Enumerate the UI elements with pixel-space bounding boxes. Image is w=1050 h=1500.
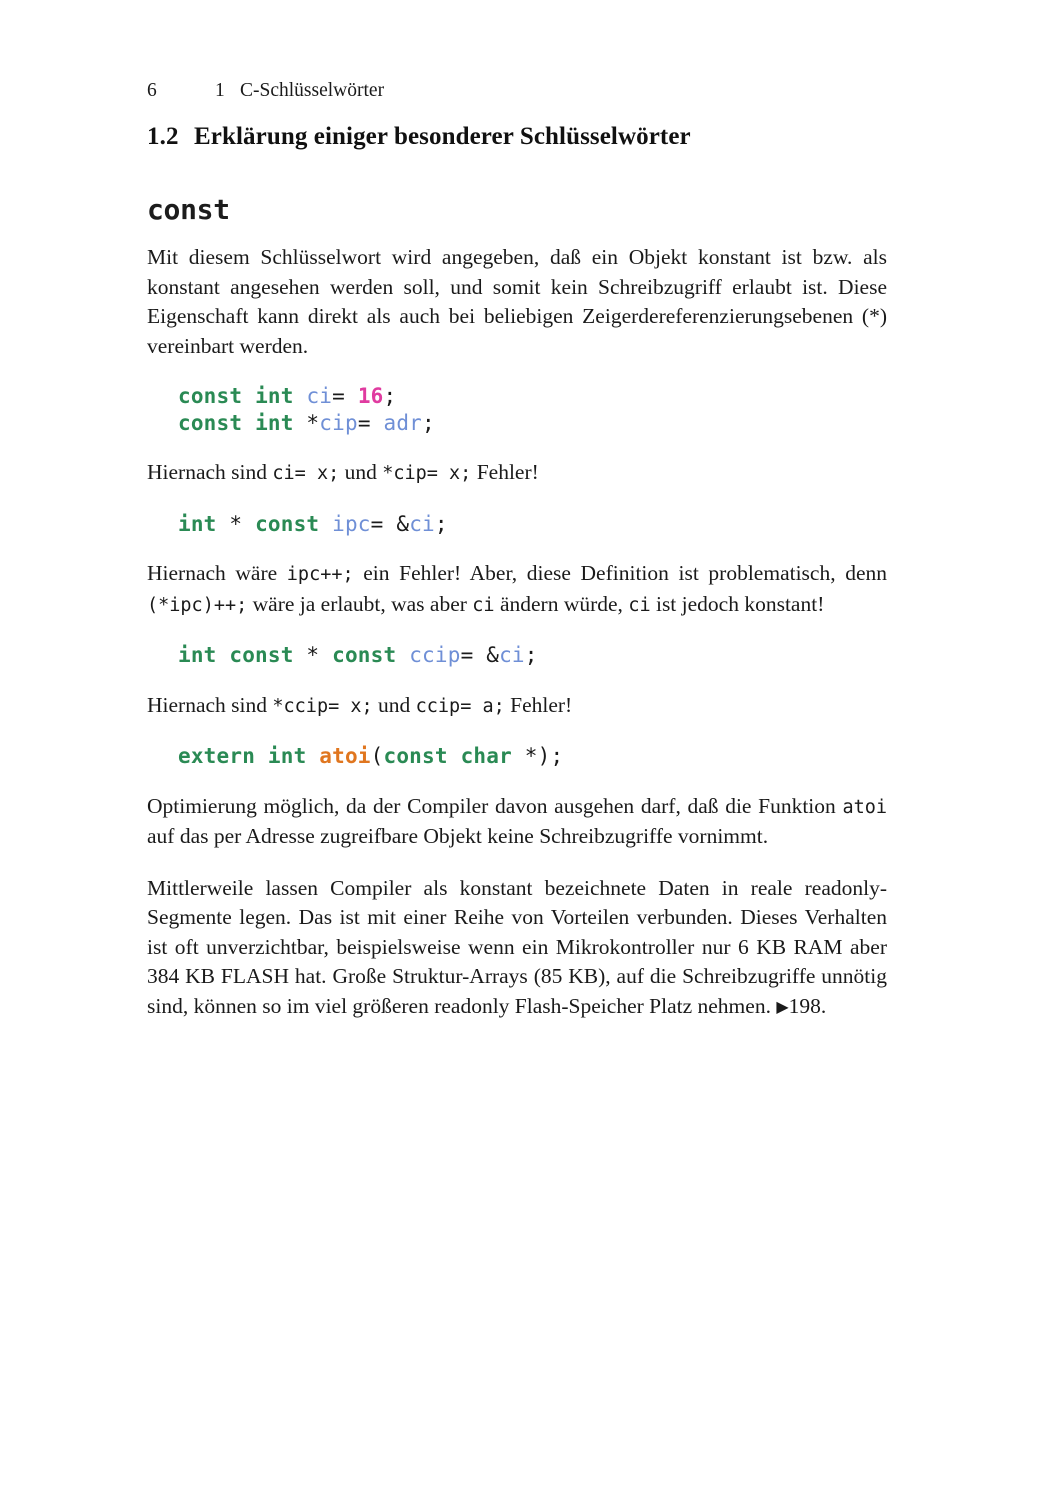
code-block-const-pointer: int * const ipc= &ci; [147,511,887,538]
note-2-text-3: wäre ja erlaubt, was aber [247,591,473,616]
code-token-identifier: cip [319,410,358,435]
code-token-keyword: const [255,511,320,536]
code-token-keyword: int [255,384,294,408]
closing-paragraph: Mittlerweile lassen Compiler als konstan… [147,874,887,1022]
code-line: extern int atoi(const char *); [178,743,887,770]
note-4-text-2: auf das per Adresse zugreifbare Objekt k… [147,824,769,848]
code-token-keyword: extern [178,744,256,768]
note-3-text-2: und [372,692,416,717]
note-3-inline-code-2: ccip= a; [415,695,505,717]
note-2-inline-code-4: ci [628,594,651,616]
code-token-keyword: int [178,511,217,536]
note-3-text-1: Hiernach sind [147,692,273,717]
code-token-identifier: ci [409,511,435,536]
page-number: 6 [147,80,157,101]
note-1-text-3: Fehler! [471,460,539,484]
code-token-keyword: int [255,410,294,435]
cross-reference-page: 198. [788,993,827,1018]
note-1-text-1: Hiernach sind [147,460,273,484]
code-line: int * const ipc= &ci; [178,511,887,538]
note-2-inline-code-1: ipc++; [286,564,354,585]
code-token-punctuation: ; [434,511,448,536]
note-paragraph-3: Hiernach sind *ccip= x; und ccip= a; Feh… [147,691,887,722]
section-heading: 1.2 Erklärung einiger besonderer Schlüsse… [147,121,887,153]
note-1-inline-code-2: *cip= x; [382,463,472,484]
code-token-number: 16 [357,384,384,408]
code-token-punctuation: = & [370,511,410,536]
note-2-inline-code-3: ci [472,594,495,616]
code-token-punctuation: = & [460,643,500,667]
note-3-text-3: Fehler! [504,692,573,717]
note-4-text-1: Optimierung möglich, da der Compiler dav… [147,793,843,818]
note-paragraph-2: Hiernach wäre ipc++; ein Fehler! Aber, d… [147,559,887,620]
code-token-keyword: const [178,384,243,408]
note-paragraph-1: Hiernach sind ci= x; und *cip= x; Fehler… [147,458,887,489]
document-page: 6 1 C-Schlüsselwörter 1.2 Erklärung einiger… [0,0,1050,1500]
code-block-extern-atoi: extern int atoi(const char *); [147,743,887,770]
section-title: Erklärung einiger besonderer Schlüsselwö… [194,123,691,150]
code-token-identifier: ipc [332,511,371,536]
note-1-text-2: und [339,460,383,484]
code-token-keyword: int [178,643,217,667]
code-token-identifier: ci [499,643,525,667]
code-token-keyword: int [267,744,307,768]
code-line: const int *cip= adr; [178,410,887,437]
note-2-text-4: ändern würde, [494,591,629,616]
note-1-inline-code-1: ci= x; [272,463,340,484]
running-head-chapter-number: 1 [215,80,225,101]
code-token-punctuation: ( [370,744,384,768]
code-token-keyword: const [178,410,243,435]
note-2-inline-code-2: (*ipc)++; [147,594,248,616]
page-content: 6 1 C-Schlüsselwörter 1.2 Erklärung einiger… [147,78,887,1043]
code-block-const-pointer-to-const: int const * const ccip= &ci; [147,642,887,669]
code-token-keyword: const [383,744,448,768]
code-block-const-declarations: const int ci= 16; const int *cip= adr; [147,383,887,436]
note-2-text-5: ist jedoch konstant! [650,591,825,616]
code-token-keyword: const [229,643,294,667]
code-token-punctuation: * [293,643,333,667]
code-token-punctuation: = [357,410,384,435]
note-4-inline-code-1: atoi [842,796,887,818]
section-number: 1.2 [147,123,179,150]
note-2-text-1: Hiernach wäre [147,561,287,585]
intro-paragraph: Mit diesem Schlüsselwort wird angegeben,… [147,245,887,358]
cross-reference-arrow-icon: ▶ [776,996,789,1016]
code-line: int const * const ccip= &ci; [178,642,887,669]
running-head-chapter-title: C-Schlüsselwörter [240,80,385,101]
code-token-identifier: ccip [409,643,461,667]
code-token-punctuation: * [293,410,320,435]
code-token-keyword: const [332,643,397,667]
code-token-punctuation: = [332,384,358,408]
note-paragraph-4: Optimierung möglich, da der Compiler dav… [147,792,887,852]
code-token-punctuation: * [216,511,256,536]
note-2-text-2: ein Fehler! Aber, diese Definition ist p… [353,561,887,585]
code-token-identifier: ci [306,384,333,408]
code-token-identifier: adr [383,410,423,435]
code-token-keyword: char [460,744,512,768]
code-token-function: atoi [319,744,371,768]
running-head: 6 1 C-Schlüsselwörter [147,78,887,104]
note-3-inline-code-1: *ccip= x; [272,695,373,717]
code-line: const int ci= 16; [178,383,887,410]
code-token-punctuation: ; [422,410,435,435]
keyword-heading: const [147,193,230,226]
code-token-punctuation: ; [383,384,397,408]
code-token-punctuation: ; [524,643,538,667]
code-token-punctuation: *); [511,744,564,768]
